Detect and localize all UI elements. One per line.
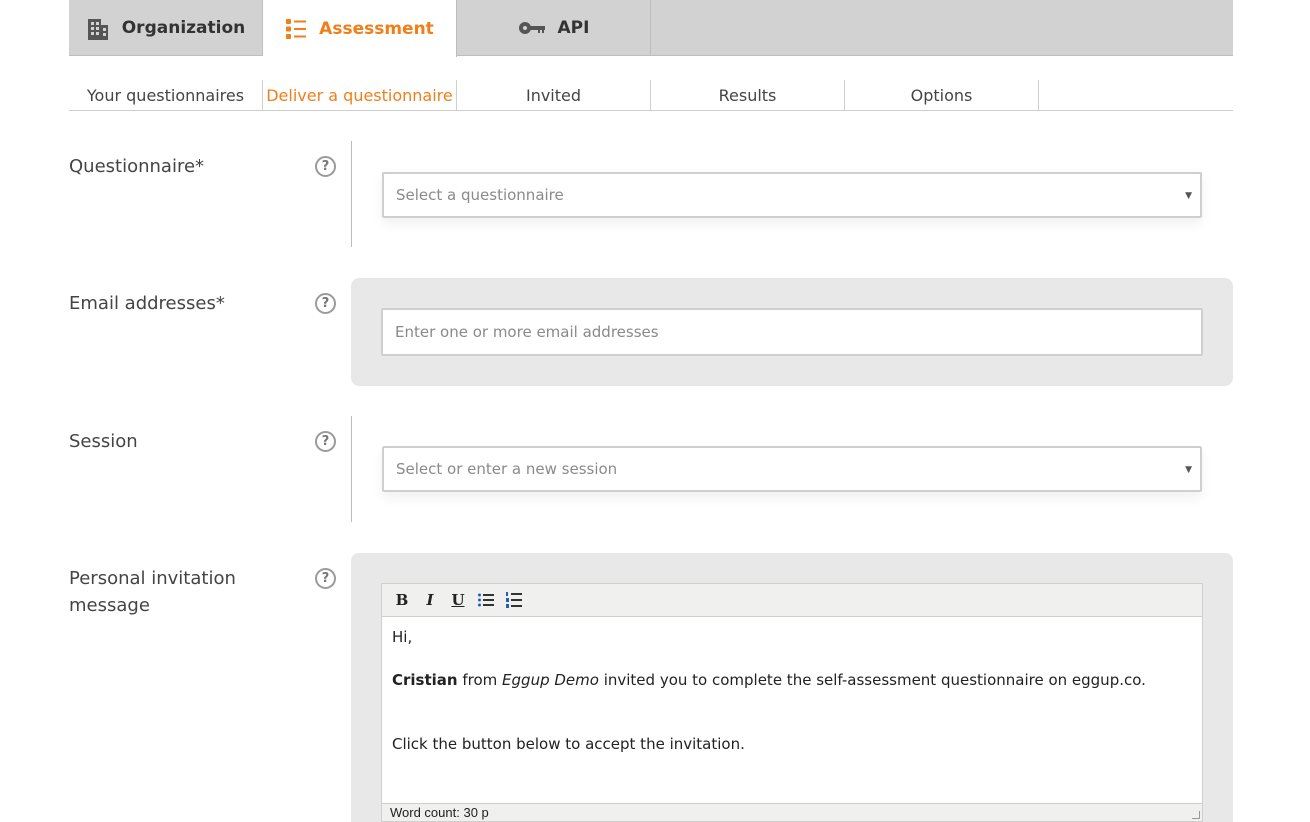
bullet-list-button[interactable] [474,588,498,612]
underline-button[interactable]: U [446,588,470,612]
numbered-list-button[interactable] [502,588,526,612]
numbered-list-icon [506,592,522,608]
questionnaire-help-icon[interactable]: ? [315,156,336,177]
questionnaire-divider [351,141,352,247]
tab-assessment[interactable]: Assessment [263,0,457,57]
chevron-down-icon: ▼ [1185,191,1192,201]
invite-paragraph: Cristian from Eggup Demo invited you to … [392,670,1192,691]
message-help-icon[interactable]: ? [315,568,336,589]
chevron-down-icon: ▼ [1185,465,1192,475]
editor-statusbar: Word count: 30 p [382,803,1202,821]
tab-assessment-label: Assessment [319,18,434,39]
message-label: Personal invitation message [69,565,236,619]
bullet-list-icon [478,593,494,607]
questionnaire-select-placeholder: Select a questionnaire [396,186,564,204]
bold-button[interactable]: B [390,588,414,612]
session-label: Session [69,431,138,452]
editor-content[interactable]: Hi, Cristian from Eggup Demo invited you… [382,617,1202,755]
message-label-line2: message [69,595,150,616]
italic-button[interactable]: I [418,588,442,612]
word-count: Word count: 30 p [390,805,489,820]
session-select-placeholder: Select or enter a new session [396,460,618,478]
subtab-results[interactable]: Results [651,80,845,110]
tab-organization[interactable]: Organization [69,0,263,56]
editor-toolbar: B I U [382,584,1202,617]
building-icon [86,15,110,41]
org-name: Eggup Demo [502,671,599,689]
tab-organization-label: Organization [121,18,246,38]
session-select[interactable]: Select or enter a new session ▼ [382,446,1202,492]
email-input[interactable] [381,308,1203,356]
session-help-icon[interactable]: ? [315,431,336,452]
sender-name: Cristian [392,671,458,689]
subtab-invited[interactable]: Invited [457,80,651,110]
greeting-text: Hi, [392,628,413,646]
session-divider [351,416,352,522]
accept-text: Click the button below to accept the inv… [392,735,745,753]
tab-api[interactable]: API [457,0,651,56]
subtab-deliver-questionnaire[interactable]: Deliver a questionnaire [263,80,457,110]
message-label-line1: Personal invitation [69,568,236,589]
email-help-icon[interactable]: ? [315,293,336,314]
sub-tab-bar: Your questionnaires Deliver a questionna… [69,76,1233,111]
message-editor[interactable]: B I U Hi, Cristian from Eggup Demo invit… [381,583,1203,822]
invite-text: invited you to complete the self-assessm… [598,671,1146,689]
top-tab-bar: Organization Assessment API [69,0,1233,57]
from-word: from [457,671,503,689]
subtab-your-questionnaires[interactable]: Your questionnaires [69,80,263,110]
email-label: Email addresses* [69,293,225,314]
key-icon [518,20,546,36]
tab-api-label: API [557,18,590,38]
subtab-options[interactable]: Options [845,80,1039,110]
questionnaire-label: Questionnaire* [69,156,205,177]
questionnaire-select[interactable]: Select a questionnaire ▼ [382,172,1202,218]
resize-handle[interactable] [1192,811,1200,819]
list-icon [285,18,307,40]
